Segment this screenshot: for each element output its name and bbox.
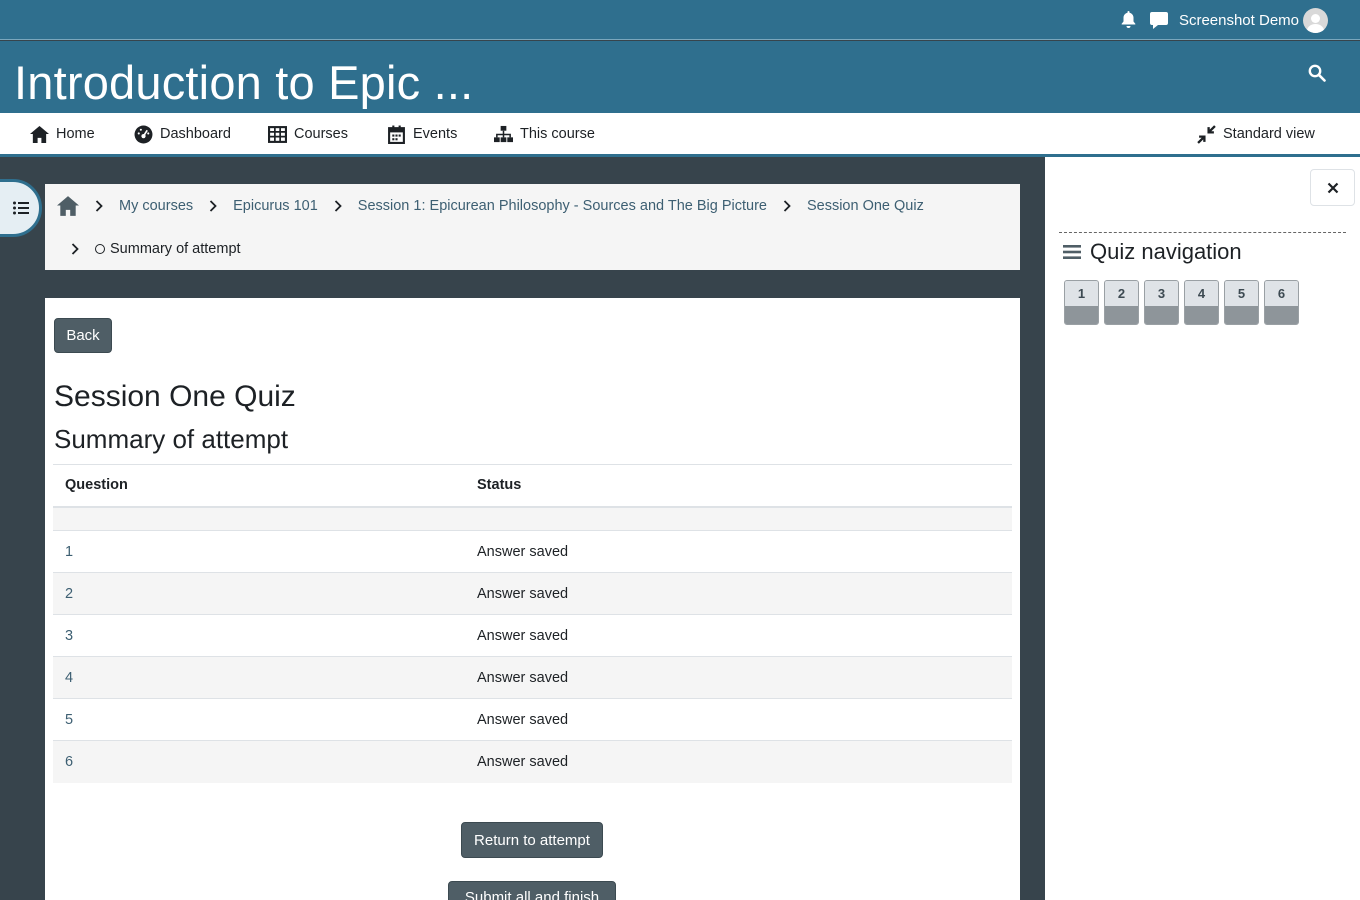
divider	[1059, 232, 1346, 233]
question-number: 5	[1225, 281, 1258, 306]
bell-icon[interactable]	[1119, 10, 1139, 30]
table-spacer-row	[53, 506, 1012, 531]
question-link[interactable]: 5	[53, 698, 465, 741]
table-row: 5 Answer saved	[53, 698, 1012, 741]
nav-courses-label: Courses	[294, 126, 348, 142]
question-state	[1145, 306, 1178, 324]
nav-this-course-label: This course	[520, 126, 595, 142]
home-icon[interactable]	[57, 196, 79, 216]
breadcrumb-current: Summary of attempt	[95, 241, 241, 257]
question-status: Answer saved	[465, 656, 1012, 699]
question-state	[1185, 306, 1218, 324]
question-number: 3	[1145, 281, 1178, 306]
close-icon	[1327, 182, 1338, 193]
question-number: 2	[1105, 281, 1138, 306]
top-bar: Screenshot Demo	[0, 0, 1360, 40]
home-icon	[30, 125, 49, 143]
question-status: Answer saved	[465, 614, 1012, 657]
question-link[interactable]: 4	[53, 656, 465, 699]
table-row: 3 Answer saved	[53, 614, 1012, 657]
question-link[interactable]: 1	[53, 530, 465, 573]
question-button-5[interactable]: 5	[1224, 280, 1259, 325]
chevron-right-icon	[95, 200, 103, 212]
breadcrumb-quiz[interactable]: Session One Quiz	[807, 198, 924, 214]
user-name[interactable]: Screenshot Demo	[1179, 12, 1299, 29]
chevron-right-icon	[334, 200, 342, 212]
nav-events-label: Events	[413, 126, 458, 142]
page-title: Session One Quiz	[54, 380, 296, 413]
question-link[interactable]: 2	[53, 572, 465, 615]
course-title: Introduction to Epic ...	[14, 56, 474, 109]
question-number: 6	[1265, 281, 1298, 306]
table-row: 1 Answer saved	[53, 530, 1012, 573]
avatar[interactable]	[1303, 7, 1328, 33]
nav-events[interactable]: Events	[387, 113, 457, 155]
nav-dashboard[interactable]: Dashboard	[134, 113, 231, 155]
question-link[interactable]: 6	[53, 740, 465, 783]
circle-icon	[95, 244, 105, 254]
nav-home-label: Home	[56, 126, 95, 142]
calendar-icon	[388, 125, 405, 144]
question-status: Answer saved	[465, 740, 1012, 783]
nav-this-course[interactable]: This course	[494, 113, 595, 155]
nav-dashboard-label: Dashboard	[160, 126, 231, 142]
question-button-2[interactable]: 2	[1104, 280, 1139, 325]
question-button-4[interactable]: 4	[1184, 280, 1219, 325]
question-button-6[interactable]: 6	[1264, 280, 1299, 325]
breadcrumb-my-courses[interactable]: My courses	[119, 198, 193, 214]
table-row: 2 Answer saved	[53, 572, 1012, 615]
main-content: Back Session One Quiz Summary of attempt…	[45, 298, 1020, 900]
course-index-toggle[interactable]	[0, 179, 42, 237]
breadcrumb-course[interactable]: Epicurus 101	[233, 198, 318, 214]
question-state	[1225, 306, 1258, 324]
column-header-status: Status	[465, 464, 1012, 508]
question-status: Answer saved	[465, 572, 1012, 615]
quiz-navigation-drawer: Quiz navigation 1 2 3 4 5 6	[1045, 157, 1360, 900]
breadcrumb-section[interactable]: Session 1: Epicurean Philosophy - Source…	[358, 198, 767, 214]
question-status: Answer saved	[465, 530, 1012, 573]
column-header-question: Question	[53, 464, 465, 508]
dashboard-icon	[134, 125, 153, 143]
chat-icon[interactable]	[1149, 10, 1169, 30]
table-row: 4 Answer saved	[53, 656, 1012, 699]
question-state	[1265, 306, 1298, 324]
nav-courses[interactable]: Courses	[268, 113, 348, 155]
question-link[interactable]: 3	[53, 614, 465, 657]
compress-icon	[1197, 124, 1216, 144]
course-header: Introduction to Epic ...	[0, 41, 1360, 113]
sitemap-icon	[494, 125, 513, 142]
menu-icon	[1063, 245, 1081, 259]
back-button[interactable]: Back	[54, 318, 112, 353]
search-icon[interactable]	[1308, 64, 1328, 84]
submit-all-button[interactable]: Submit all and finish	[448, 881, 616, 900]
question-state	[1105, 306, 1138, 324]
chevron-right-icon	[71, 243, 79, 255]
nav-home[interactable]: Home	[30, 113, 95, 155]
summary-table: Question Status 1 Answer saved 2 Answer …	[53, 464, 1012, 783]
list-icon	[13, 201, 29, 215]
table-row: 6 Answer saved	[53, 740, 1012, 783]
question-buttons: 1 2 3 4 5 6	[1064, 280, 1299, 325]
page-subtitle: Summary of attempt	[54, 424, 289, 454]
primary-nav: Home Dashboard Courses Events This cours…	[0, 113, 1360, 157]
standard-view-label: Standard view	[1223, 126, 1315, 142]
quiz-navigation-label: Quiz navigation	[1090, 239, 1242, 264]
standard-view-toggle[interactable]: Standard view	[1197, 113, 1315, 155]
chevron-right-icon	[783, 200, 791, 212]
breadcrumb-current-label: Summary of attempt	[110, 241, 241, 257]
breadcrumb: My courses Epicurus 101 Session 1: Epicu…	[45, 184, 1020, 270]
chevron-right-icon	[210, 200, 217, 212]
question-number: 1	[1065, 281, 1098, 306]
question-state	[1065, 306, 1098, 324]
question-button-1[interactable]: 1	[1064, 280, 1099, 325]
question-number: 4	[1185, 281, 1218, 306]
return-to-attempt-button[interactable]: Return to attempt	[461, 822, 603, 858]
close-drawer-button[interactable]	[1310, 169, 1355, 206]
quiz-navigation-title: Quiz navigation	[1063, 239, 1242, 265]
question-status: Answer saved	[465, 698, 1012, 741]
question-button-3[interactable]: 3	[1144, 280, 1179, 325]
table-icon	[268, 125, 287, 143]
